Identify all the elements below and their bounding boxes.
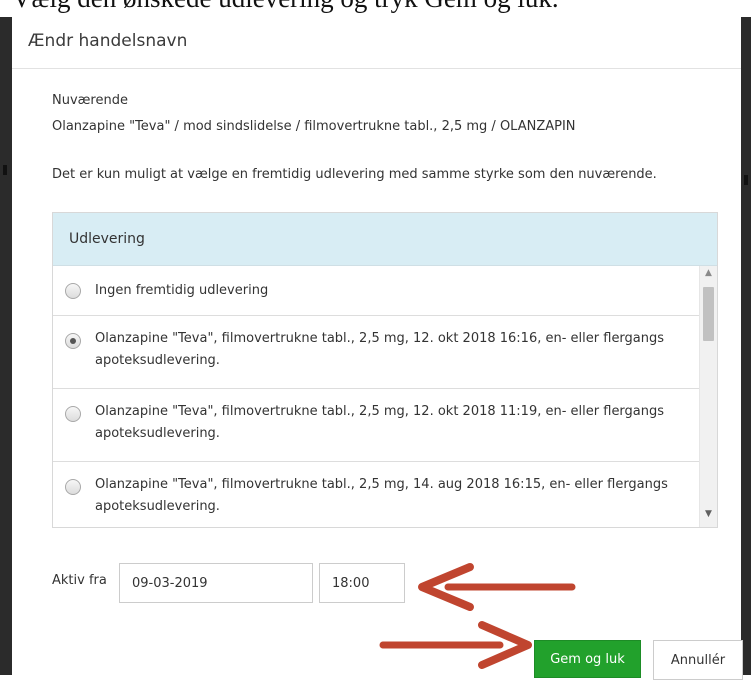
list-item[interactable]: Olanzapine "Teva", filmovertrukne tabl.,… <box>53 316 699 389</box>
active-from-label: Aktiv fra <box>52 573 107 588</box>
current-label: Nuværende <box>52 93 128 108</box>
change-trade-name-dialog: Ændr handelsnavn Nuværende Olanzapine "T… <box>12 17 743 680</box>
edge-mark <box>744 175 748 185</box>
scroll-up-arrow-icon[interactable]: ▲ <box>700 268 717 282</box>
dispensing-table: Udlevering Ingen fremtidig udlevering Ol… <box>52 212 718 528</box>
edge-mark <box>3 165 7 175</box>
dialog-title: Ændr handelsnavn <box>28 31 188 51</box>
date-input[interactable] <box>119 563 313 603</box>
info-text: Det er kun muligt at vælge en fremtidig … <box>52 167 657 182</box>
background-window-edge-right <box>741 17 751 675</box>
radio-button[interactable] <box>65 479 81 495</box>
scrollbar[interactable]: ▲ ▼ <box>699 266 717 527</box>
table-header: Udlevering <box>53 213 717 266</box>
background-window-edge-left <box>0 17 12 675</box>
dialog-header: Ændr handelsnavn <box>12 17 741 69</box>
radio-button[interactable] <box>65 283 81 299</box>
list-item-label: Olanzapine "Teva", filmovertrukne tabl.,… <box>95 477 668 514</box>
save-and-close-button[interactable]: Gem og luk <box>534 640 641 678</box>
cancel-button[interactable]: Annullér <box>653 640 743 680</box>
list-item-label: Olanzapine "Teva", filmovertrukne tabl.,… <box>95 331 665 368</box>
radio-button-selected[interactable] <box>65 333 81 349</box>
list-item[interactable]: Olanzapine "Teva", filmovertrukne tabl.,… <box>53 462 699 527</box>
list-item-label: Ingen fremtidig udlevering <box>95 283 269 298</box>
scroll-down-arrow-icon[interactable]: ▼ <box>700 509 717 523</box>
radio-button[interactable] <box>65 406 81 422</box>
list-item[interactable]: Olanzapine "Teva", filmovertrukne tabl.,… <box>53 389 699 462</box>
instruction-text: Vælg den ønskede udlevering og tryk Gem … <box>12 0 559 14</box>
dispensing-list[interactable]: Ingen fremtidig udlevering Olanzapine "T… <box>53 266 699 527</box>
current-value: Olanzapine "Teva" / mod sindslidelse / f… <box>52 119 576 134</box>
time-input[interactable] <box>319 563 405 603</box>
list-item[interactable]: Ingen fremtidig udlevering <box>53 266 699 316</box>
table-header-label: Udlevering <box>69 231 145 247</box>
list-item-label: Olanzapine "Teva", filmovertrukne tabl.,… <box>95 404 665 441</box>
scroll-thumb[interactable] <box>703 287 714 341</box>
